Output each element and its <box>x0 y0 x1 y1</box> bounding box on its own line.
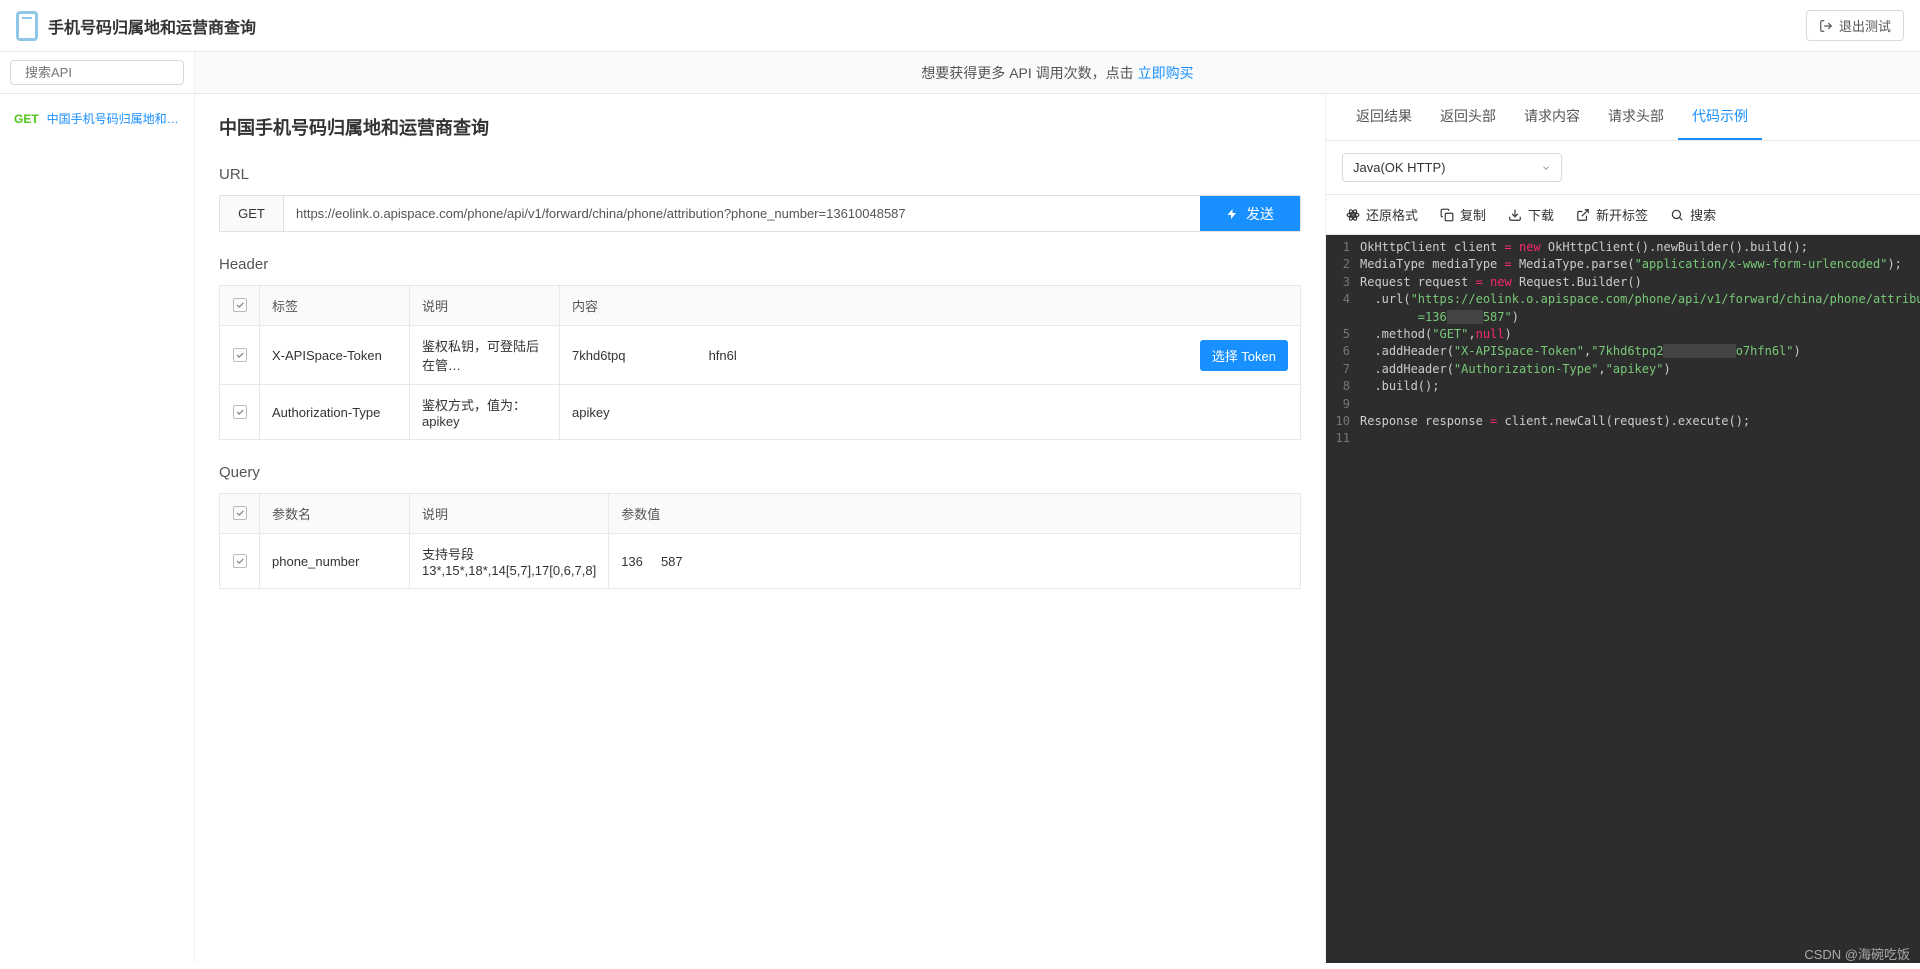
header-desc: 鉴权方式，值为：apikey <box>410 385 560 440</box>
sidebar-item-label: 中国手机号码归属地和运营商查询 <box>47 110 180 127</box>
send-label: 发送 <box>1246 204 1274 224</box>
header-name: Authorization-Type <box>260 385 410 440</box>
promo-bar: 想要获得更多 API 调用次数，点击 立即购买 <box>195 52 1920 93</box>
copy-button[interactable]: 复制 <box>1440 205 1486 224</box>
sidebar-item[interactable]: GET 中国手机号码归属地和运营商查询 <box>8 104 186 133</box>
col-name: 参数名 <box>260 494 410 534</box>
search-code-button[interactable]: 搜索 <box>1670 205 1716 224</box>
search-box[interactable] <box>10 60 184 85</box>
send-button[interactable]: 发送 <box>1200 196 1300 231</box>
main-area: GET 中国手机号码归属地和运营商查询 中国手机号码归属地和运营商查询 URL … <box>0 94 1920 963</box>
page-title: 中国手机号码归属地和运营商查询 <box>219 114 1301 140</box>
table-row: phone_number 支持号段 13*,15*,18*,14[5,7],17… <box>220 534 1301 589</box>
query-table: 参数名 说明 参数值 phone_number 支持号段 13*,15*,18*… <box>219 493 1301 589</box>
watermark: CSDN @海碗吃饭 <box>1804 944 1910 963</box>
copy-icon <box>1440 208 1454 222</box>
col-desc: 说明 <box>410 494 609 534</box>
promo-text: 想要获得更多 API 调用次数，点击 <box>921 63 1133 83</box>
header-table: 标签 说明 内容 X-APISpace-Token 鉴权私钥，可登陆后在管… 7… <box>219 285 1301 440</box>
url-input[interactable] <box>284 196 1200 231</box>
tab-resp-headers[interactable]: 返回头部 <box>1426 94 1510 140</box>
response-panel: 返回结果 返回头部 请求内容 请求头部 代码示例 Java(OK HTTP) 还… <box>1325 94 1920 963</box>
table-row: Authorization-Type 鉴权方式，值为：apikey apikey <box>220 385 1301 440</box>
header-desc: 鉴权私钥，可登陆后在管… <box>410 326 560 385</box>
request-panel: 中国手机号码归属地和运营商查询 URL GET 发送 Header 标签 说明 … <box>195 94 1325 963</box>
lightning-icon <box>1226 208 1238 220</box>
header-content: 7khd6tpq hfn6l 选择 Token <box>560 326 1301 385</box>
search-wrap <box>0 52 195 93</box>
url-row: GET 发送 <box>219 195 1301 232</box>
api-sidebar: GET 中国手机号码归属地和运营商查询 <box>0 94 195 963</box>
language-label: Java(OK HTTP) <box>1353 160 1445 175</box>
new-tab-button[interactable]: 新开标签 <box>1576 205 1648 224</box>
tab-result[interactable]: 返回结果 <box>1342 94 1426 140</box>
download-button[interactable]: 下载 <box>1508 205 1554 224</box>
search-input[interactable] <box>25 65 201 80</box>
col-content: 内容 <box>560 286 1301 326</box>
exit-label: 退出测试 <box>1839 16 1891 35</box>
col-desc: 说明 <box>410 286 560 326</box>
chevron-down-icon <box>1541 163 1551 173</box>
phone-icon <box>16 11 38 41</box>
select-token-button[interactable]: 选择 Token <box>1200 340 1288 371</box>
atom-icon <box>1346 208 1360 222</box>
header-left: 手机号码归属地和运营商查询 <box>16 11 256 41</box>
param-value[interactable]: 136 587 <box>609 534 1301 589</box>
row-checkbox[interactable] <box>233 554 247 568</box>
row-checkbox[interactable] <box>233 405 247 419</box>
header-content[interactable]: apikey <box>560 385 1301 440</box>
param-name: phone_number <box>260 534 410 589</box>
lang-row: Java(OK HTTP) <box>1326 141 1920 194</box>
search-icon <box>1670 208 1684 222</box>
tab-code-sample[interactable]: 代码示例 <box>1678 94 1762 140</box>
code-toolbar: 还原格式 复制 下载 新开标签 搜索 <box>1326 194 1920 235</box>
language-select[interactable]: Java(OK HTTP) <box>1342 153 1562 182</box>
col-label: 标签 <box>260 286 410 326</box>
http-method[interactable]: GET <box>220 196 284 231</box>
app-header: 手机号码归属地和运营商查询 退出测试 <box>0 0 1920 52</box>
tab-req-headers[interactable]: 请求头部 <box>1594 94 1678 140</box>
col-value: 参数值 <box>609 494 1301 534</box>
query-section-label: Query <box>219 464 1301 481</box>
header-section-label: Header <box>219 256 1301 273</box>
buy-now-link[interactable]: 立即购买 <box>1138 63 1194 83</box>
table-row: X-APISpace-Token 鉴权私钥，可登陆后在管… 7khd6tpq h… <box>220 326 1301 385</box>
response-tabs: 返回结果 返回头部 请求内容 请求头部 代码示例 <box>1326 94 1920 141</box>
url-section-label: URL <box>219 166 1301 183</box>
method-tag: GET <box>14 112 39 126</box>
header-check-all[interactable] <box>220 286 260 326</box>
external-link-icon <box>1576 208 1590 222</box>
code-editor[interactable]: 1OkHttpClient client = new OkHttpClient(… <box>1326 235 1920 963</box>
restore-format-button[interactable]: 还原格式 <box>1346 205 1418 224</box>
query-check-all[interactable] <box>220 494 260 534</box>
header-name: X-APISpace-Token <box>260 326 410 385</box>
row-checkbox[interactable] <box>233 348 247 362</box>
download-icon <box>1508 208 1522 222</box>
sub-header: 想要获得更多 API 调用次数，点击 立即购买 <box>0 52 1920 94</box>
app-title: 手机号码归属地和运营商查询 <box>48 14 256 38</box>
param-desc: 支持号段 13*,15*,18*,14[5,7],17[0,6,7,8] <box>410 534 609 589</box>
exit-test-button[interactable]: 退出测试 <box>1806 10 1904 41</box>
exit-icon <box>1819 19 1833 33</box>
tab-req-body[interactable]: 请求内容 <box>1510 94 1594 140</box>
